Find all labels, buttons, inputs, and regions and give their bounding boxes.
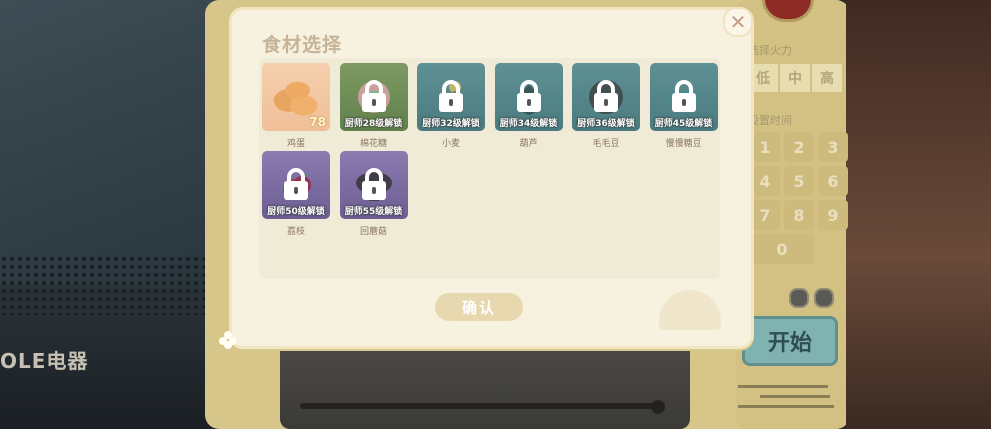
unlock-requirement: 厨师34级解锁 [499,119,558,129]
key-3[interactable]: 3 [818,132,848,162]
heat-label: 选择火力 [748,44,792,57]
vent-stripe [760,395,830,398]
vent-stripe [738,385,828,388]
close-icon: ✕ [729,10,747,34]
key-6[interactable]: 6 [818,166,848,196]
round-button-right[interactable] [814,288,834,308]
start-button[interactable]: 开始 [742,316,838,366]
unlock-requirement: 厨师32级解锁 [422,119,480,129]
dialog-title: 食材选择 [262,34,343,56]
heat-high-button[interactable]: 高 [812,64,842,92]
ingredient-quantity: 78 [309,115,326,129]
ingredient-tile[interactable]: 厨师50级解锁 [262,151,330,219]
ingredient-item[interactable]: 厨师32级解锁 小麦 [417,63,485,153]
close-button[interactable]: ✕ [723,7,753,37]
background-right-scene [846,0,991,429]
ingredient-item[interactable]: 厨师28级解锁 棉花糖 [339,63,408,153]
unlock-requirement: 厨师55级解锁 [344,207,403,217]
key-9[interactable]: 9 [818,200,848,230]
heat-medium-button[interactable]: 中 [780,64,810,92]
ingredient-tile[interactable]: 厨师55级解锁 [339,151,408,219]
ingredient-item[interactable]: 厨师45级解锁 慢慢糖豆 [649,63,718,153]
ingredient-tile[interactable]: 厨师28级解锁 [339,63,408,131]
ingredient-item[interactable]: 厨师55级解锁 回蘑菇 [339,151,408,241]
ingredient-tile[interactable]: 厨师36级解锁 [572,63,640,131]
lock-icon [439,80,463,112]
ingredient-tile[interactable]: 78 [262,63,330,131]
key-8[interactable]: 8 [784,200,814,230]
ingredient-name: 鸡蛋 [286,139,305,149]
ingredient-item[interactable]: 厨师34级解锁 葫芦 [494,63,563,153]
key-5[interactable]: 5 [784,166,814,196]
key-0[interactable]: 0 [750,234,814,264]
ingredient-name: 毛毛豆 [592,139,620,149]
lock-icon [284,168,308,200]
speaker-grille [0,255,215,315]
oven-knob [651,400,665,414]
time-label: 设置时间 [748,114,792,127]
ingredient-item[interactable]: 78 鸡蛋 [262,63,330,153]
brand-label: OLE电器 [0,349,89,373]
ingredient-item[interactable]: 厨师50级解锁 荔枝 [262,151,330,241]
key-4[interactable]: 4 [750,166,780,196]
unlock-requirement: 厨师28级解锁 [344,119,403,129]
round-button-left[interactable] [789,288,809,308]
lock-icon [361,168,386,200]
ingredient-name: 荔枝 [286,227,305,237]
ingredient-name: 小麦 [441,139,460,149]
unlock-requirement: 厨师45级解锁 [654,119,713,129]
heat-selector: 低 中 高 [748,64,842,92]
lock-icon [516,80,541,112]
unlock-requirement: 厨师36级解锁 [577,119,635,129]
ingredient-name: 回蘑菇 [359,227,387,237]
ingredient-tile[interactable]: 厨师32级解锁 [417,63,485,131]
lock-icon [594,80,618,112]
ingredient-tile[interactable]: 厨师34级解锁 [494,63,563,131]
background-screen [0,0,225,285]
time-keypad: 1 2 3 4 5 6 7 8 9 0 [750,132,848,264]
ingredient-name: 棉花糖 [359,139,387,149]
key-1[interactable]: 1 [750,132,780,162]
confirm-button[interactable]: 确认 [435,293,523,321]
ingredient-item[interactable]: 厨师36级解锁 毛毛豆 [572,63,640,153]
ingredient-name: 葫芦 [519,139,538,149]
vent-stripe [738,405,834,408]
key-7[interactable]: 7 [750,200,780,230]
flower-decoration-icon [219,331,237,349]
lock-icon [361,80,386,112]
unlock-requirement: 厨师50级解锁 [267,207,325,217]
oven-rail [300,403,660,409]
lock-icon [671,80,696,112]
key-2[interactable]: 2 [784,132,814,162]
ingredient-name: 慢慢糖豆 [665,139,702,149]
ingredient-tile[interactable]: 厨师45级解锁 [649,63,718,131]
